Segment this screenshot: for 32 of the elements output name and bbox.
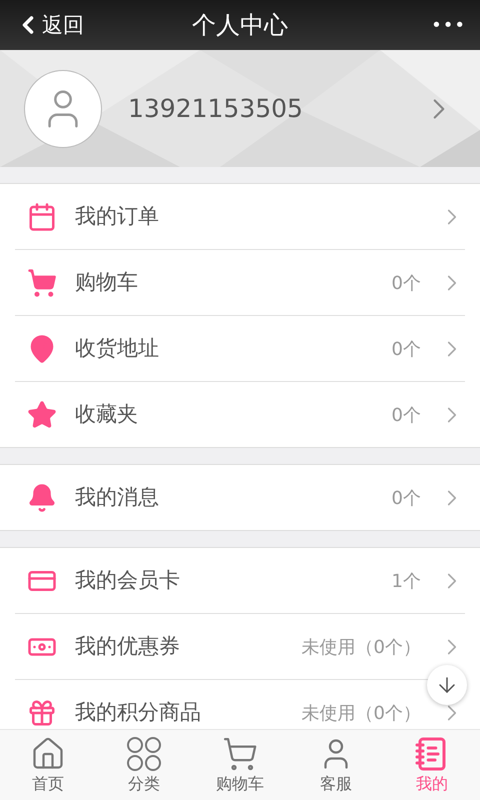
- tab[interactable]: 客服: [288, 730, 384, 800]
- profile-banner[interactable]: 13921153505: [0, 50, 480, 167]
- gift-icon: [27, 698, 57, 728]
- back-button[interactable]: 返回: [14, 11, 84, 39]
- cart-icon: [27, 268, 57, 298]
- star-icon: [27, 400, 57, 430]
- cart-icon: [222, 736, 258, 772]
- grid-icon: [126, 736, 162, 772]
- menu-label: 收货地址: [75, 336, 160, 360]
- menu-label: 我的优惠券: [75, 634, 181, 658]
- menu-count: 0个: [392, 404, 421, 426]
- menu-count: 1个: [392, 570, 421, 592]
- menu-count: 0个: [392, 486, 421, 510]
- menu-label: 购物车: [75, 270, 139, 294]
- menu-label: 我的积分商品: [75, 700, 202, 724]
- menu-label: 我的会员卡: [75, 568, 181, 592]
- menu-label: 我的订单: [75, 204, 160, 228]
- tab[interactable]: 我的: [384, 730, 480, 800]
- more-button[interactable]: •••: [431, 14, 466, 36]
- menu-count: 未使用（0个）: [302, 702, 421, 724]
- phone-number: 13921153505: [128, 94, 304, 123]
- tab[interactable]: 购物车: [192, 730, 288, 800]
- bell-icon: [27, 482, 57, 512]
- menu-label: 收藏夹: [75, 402, 139, 426]
- menu-count: 0个: [392, 338, 421, 360]
- tab[interactable]: 首页: [0, 730, 96, 800]
- menu-count: 0个: [392, 272, 421, 294]
- menu-count: 未使用（0个）: [302, 636, 421, 658]
- tab[interactable]: 分类: [96, 730, 192, 800]
- page-title: 个人中心: [192, 10, 288, 41]
- calendar-icon: [27, 202, 57, 232]
- menu-label: 我的消息: [75, 486, 160, 510]
